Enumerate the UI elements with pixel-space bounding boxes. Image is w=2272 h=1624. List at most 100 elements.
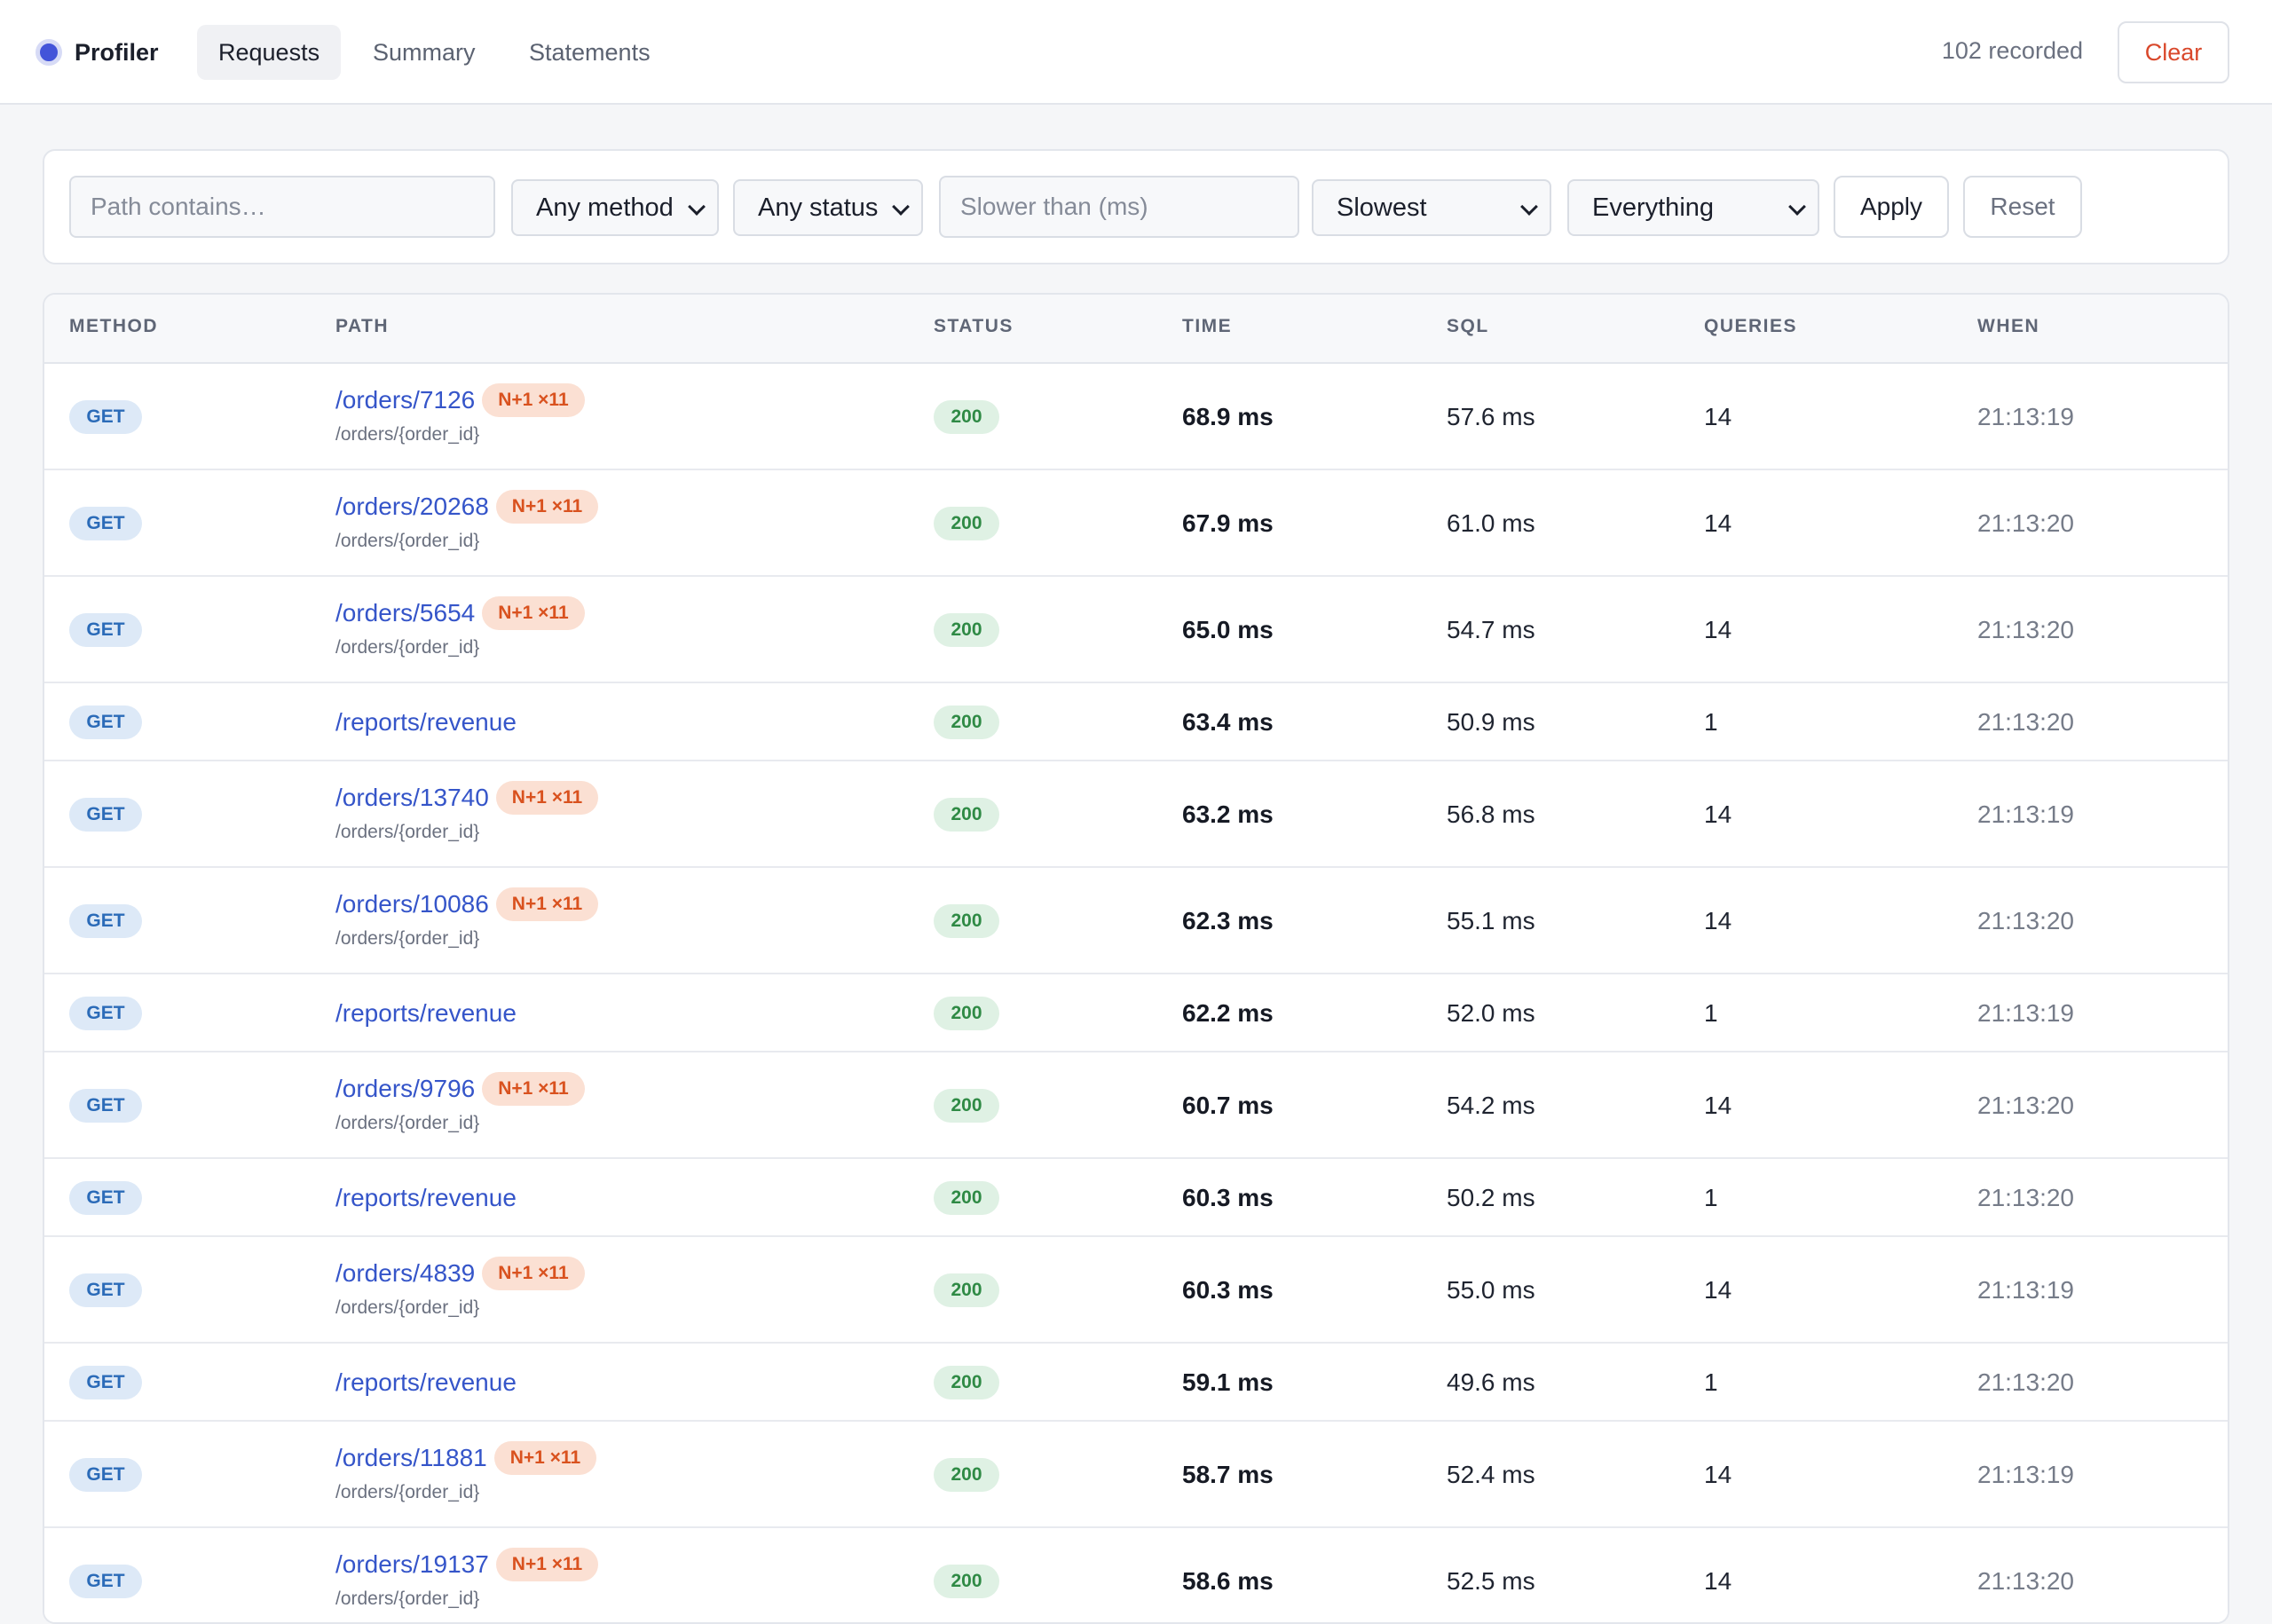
- table-row[interactable]: GET/reports/revenue 200 63.4 ms 50.9 ms 1 21:…: [44, 683, 2228, 761]
- sql-time-value: 52.4 ms: [1447, 1461, 1535, 1488]
- n-plus-one-badge: N+1 ×11: [493, 1441, 597, 1475]
- method-select-value: Any method: [536, 193, 674, 222]
- status-badge: 200: [934, 400, 999, 434]
- status-badge: 200: [934, 1366, 999, 1399]
- request-path-link[interactable]: /orders/20268: [335, 493, 489, 520]
- table-row[interactable]: GET/reports/revenue 200 60.3 ms 50.2 ms 1 21:…: [44, 1159, 2228, 1237]
- table-row[interactable]: GET/orders/9796 N+1 ×11/orders/{order_id}…: [44, 1052, 2228, 1159]
- request-path-link[interactable]: /reports/revenue: [335, 708, 517, 736]
- time-value: 62.2 ms: [1182, 999, 1274, 1027]
- column-header-path[interactable]: PATH: [335, 316, 389, 337]
- timestamp-value: 21:13:20: [1977, 1092, 2074, 1119]
- query-count-value: 14: [1704, 1092, 1732, 1119]
- column-header-method[interactable]: METHOD: [69, 316, 158, 337]
- time-value: 58.6 ms: [1182, 1567, 1274, 1595]
- reset-button[interactable]: Reset: [1963, 176, 2082, 238]
- column-header-sql[interactable]: SQL: [1447, 316, 1489, 337]
- sql-time-value: 50.2 ms: [1447, 1184, 1535, 1211]
- chevron-down-icon: [1788, 198, 1806, 216]
- sql-time-value: 56.8 ms: [1447, 800, 1535, 828]
- column-header-queries[interactable]: QUERIES: [1704, 316, 1797, 337]
- request-path-link[interactable]: /orders/13740: [335, 784, 489, 811]
- scope-select[interactable]: Everything: [1567, 179, 1819, 236]
- status-badge: 200: [934, 1089, 999, 1123]
- top-bar: Profiler Requests Summary Statements 102…: [0, 0, 2272, 105]
- chevron-down-icon: [1520, 198, 1538, 216]
- table-row[interactable]: GET/orders/7126 N+1 ×11/orders/{order_id}…: [44, 364, 2228, 470]
- status-select[interactable]: Any status: [733, 179, 923, 236]
- request-path-link[interactable]: /orders/11881: [335, 1444, 487, 1471]
- column-header-time[interactable]: TIME: [1182, 316, 1232, 337]
- sort-select[interactable]: Slowest: [1312, 179, 1551, 236]
- request-path-link[interactable]: /reports/revenue: [335, 1368, 517, 1396]
- n-plus-one-badge: N+1 ×11: [482, 383, 585, 417]
- method-badge: GET: [69, 1366, 142, 1399]
- method-badge: GET: [69, 1181, 142, 1215]
- filter-bar: Any method Any status Slowest Everything…: [43, 149, 2229, 264]
- timestamp-value: 21:13:19: [1977, 1276, 2074, 1304]
- method-select[interactable]: Any method: [511, 179, 719, 236]
- timestamp-value: 21:13:20: [1977, 1567, 2074, 1595]
- time-value: 68.9 ms: [1182, 403, 1274, 430]
- table-row[interactable]: GET/orders/4839 N+1 ×11/orders/{order_id}…: [44, 1237, 2228, 1344]
- route-template: /orders/{order_id}: [335, 1589, 480, 1609]
- table-header: METHOD PATH STATUS TIME SQL QUERIES WHEN: [44, 295, 2228, 364]
- chevron-down-icon: [892, 198, 910, 216]
- n-plus-one-badge: N+1 ×11: [495, 490, 599, 524]
- column-header-when[interactable]: WHEN: [1977, 316, 2039, 337]
- timestamp-value: 21:13:20: [1977, 907, 2074, 934]
- brand-name: Profiler: [75, 38, 159, 66]
- tab-requests[interactable]: Requests: [197, 25, 342, 80]
- path-cell: /reports/revenue: [335, 708, 517, 737]
- scope-select-value: Everything: [1592, 193, 1715, 222]
- request-path-link[interactable]: /orders/7126: [335, 386, 475, 414]
- query-count-value: 14: [1704, 1567, 1732, 1595]
- route-template: /orders/{order_id}: [335, 424, 480, 445]
- n-plus-one-badge: N+1 ×11: [495, 887, 599, 921]
- request-path-link[interactable]: /reports/revenue: [335, 999, 517, 1027]
- request-path-link[interactable]: /orders/9796: [335, 1075, 475, 1102]
- request-path-link[interactable]: /reports/revenue: [335, 1184, 517, 1211]
- path-cell: /orders/10086 N+1 ×11/orders/{order_id}: [335, 887, 599, 950]
- request-path-link[interactable]: /orders/19137: [335, 1550, 489, 1578]
- path-cell: /orders/5654 N+1 ×11/orders/{order_id}: [335, 596, 585, 658]
- query-count-value: 14: [1704, 403, 1732, 430]
- request-path-link[interactable]: /orders/10086: [335, 890, 489, 918]
- table-row[interactable]: GET/orders/5654 N+1 ×11/orders/{order_id}…: [44, 577, 2228, 683]
- table-row[interactable]: GET/reports/revenue 200 59.1 ms 49.6 ms 1 21:…: [44, 1344, 2228, 1422]
- path-cell: /orders/7126 N+1 ×11/orders/{order_id}: [335, 383, 585, 445]
- timestamp-value: 21:13:20: [1977, 1368, 2074, 1396]
- request-path-link[interactable]: /orders/4839: [335, 1259, 475, 1287]
- route-template: /orders/{order_id}: [335, 928, 480, 949]
- table-row[interactable]: GET/orders/20268 N+1 ×11/orders/{order_id…: [44, 470, 2228, 577]
- time-value: 67.9 ms: [1182, 509, 1274, 537]
- tab-statements[interactable]: Statements: [508, 25, 672, 80]
- time-value: 60.3 ms: [1182, 1276, 1274, 1304]
- route-template: /orders/{order_id}: [335, 1297, 480, 1318]
- table-row[interactable]: GET/orders/19137 N+1 ×11/orders/{order_id…: [44, 1528, 2228, 1622]
- sql-time-value: 55.0 ms: [1447, 1276, 1535, 1304]
- brand: Profiler: [36, 35, 159, 69]
- sql-time-value: 52.5 ms: [1447, 1567, 1535, 1595]
- route-template: /orders/{order_id}: [335, 1113, 480, 1133]
- table-row[interactable]: GET/orders/11881 N+1 ×11/orders/{order_id…: [44, 1422, 2228, 1528]
- table-row[interactable]: GET/orders/13740 N+1 ×11/orders/{order_id…: [44, 761, 2228, 868]
- route-template: /orders/{order_id}: [335, 822, 480, 842]
- apply-button[interactable]: Apply: [1834, 176, 1949, 238]
- path-filter-input[interactable]: [69, 176, 495, 238]
- sql-time-value: 61.0 ms: [1447, 509, 1535, 537]
- slower-than-input[interactable]: [939, 176, 1299, 238]
- column-header-status[interactable]: STATUS: [934, 316, 1014, 337]
- request-path-link[interactable]: /orders/5654: [335, 599, 475, 627]
- table-row[interactable]: GET/reports/revenue 200 62.2 ms 52.0 ms 1 21:…: [44, 974, 2228, 1052]
- time-value: 65.0 ms: [1182, 616, 1274, 643]
- method-badge: GET: [69, 1089, 142, 1123]
- n-plus-one-badge: N+1 ×11: [482, 1257, 585, 1290]
- timestamp-value: 21:13:19: [1977, 999, 2074, 1027]
- timestamp-value: 21:13:20: [1977, 1184, 2074, 1211]
- clear-button[interactable]: Clear: [2118, 21, 2229, 83]
- table-row[interactable]: GET/orders/10086 N+1 ×11/orders/{order_id…: [44, 868, 2228, 974]
- method-badge: GET: [69, 613, 142, 647]
- path-cell: /orders/9796 N+1 ×11/orders/{order_id}: [335, 1072, 585, 1134]
- tab-summary[interactable]: Summary: [351, 25, 497, 80]
